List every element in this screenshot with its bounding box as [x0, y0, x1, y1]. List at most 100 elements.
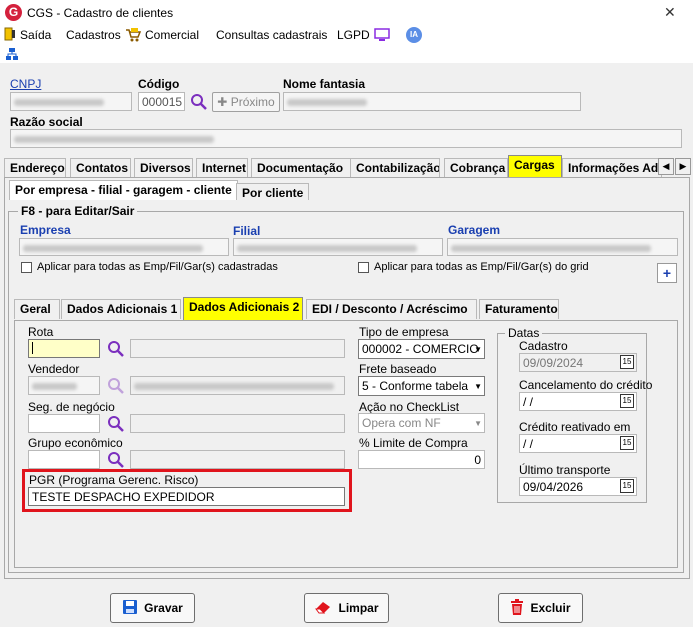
exit-icon [4, 27, 16, 44]
tab-5[interactable]: Contabilização [350, 158, 440, 178]
reativado-label: Crédito reativado em [519, 420, 631, 434]
apply-grid-label: Aplicar para todas as Emp/Fil/Gar(s) do … [374, 261, 589, 273]
inner-tab-4[interactable]: Faturamento [479, 299, 559, 319]
group-title: F8 - para Editar/Sair [18, 204, 138, 218]
seg-negocio-field[interactable] [28, 414, 100, 433]
save-icon [122, 599, 138, 618]
grupo-economico-label: Grupo econômico [28, 436, 123, 450]
network-icon[interactable] [5, 47, 19, 64]
gravar-button[interactable]: Gravar [110, 593, 195, 623]
limpar-label: Limpar [338, 601, 379, 615]
search-vendedor-icon[interactable] [107, 377, 125, 395]
dropdown-arrow-icon: ▼ [474, 419, 482, 428]
tab-scroll-left-icon[interactable]: ◀ [658, 158, 674, 175]
acao-checklist-value: Opera com NF [362, 416, 441, 430]
filial-field[interactable] [233, 238, 443, 256]
proximo-button[interactable]: ✚ Próximo [212, 92, 280, 112]
title-bar: G CGS - Cadastro de clientes ✕ [0, 0, 693, 27]
rota-description-field [130, 339, 345, 358]
acao-checklist-label: Ação no CheckList [359, 400, 460, 414]
garagem-field[interactable] [447, 238, 678, 256]
tab-8[interactable]: Informações Adi [562, 158, 662, 178]
subtab-por-cliente[interactable]: Por cliente [236, 183, 310, 200]
codigo-label: Código [138, 77, 180, 91]
grupo-economico-field[interactable] [28, 450, 100, 469]
excluir-label: Excluir [530, 601, 571, 615]
menu-comercial[interactable]: Comercial [145, 28, 199, 42]
calendar-ultimo-transporte-icon[interactable]: 15 [620, 479, 634, 493]
tab-3[interactable]: Internet [196, 158, 248, 178]
app-logo-icon: G [5, 4, 22, 21]
seg-negocio-description-field [130, 414, 345, 433]
rota-label: Rota [28, 325, 54, 339]
menu-bar: Saída Cadastros Comercial Consultas cada… [0, 27, 693, 47]
search-seg-negocio-icon[interactable] [107, 415, 125, 433]
razao-social-field[interactable] [10, 129, 682, 148]
vendedor-label: Vendedor [28, 362, 80, 376]
menu-cadastros[interactable]: Cadastros [66, 28, 121, 42]
garagem-label: Garagem [448, 223, 501, 237]
pgr-field[interactable]: TESTE DESPACHO EXPEDIDOR [28, 487, 345, 506]
nome-fantasia-field[interactable] [283, 92, 581, 111]
dropdown-arrow-icon: ▼ [474, 382, 482, 391]
apply-all-label: Aplicar para todas as Emp/Fil/Gar(s) cad… [37, 261, 278, 273]
trash-icon [510, 598, 524, 618]
ultimo-transporte-label: Último transporte [519, 463, 611, 477]
tab-2[interactable]: Diversos [134, 158, 193, 178]
apply-all-checkbox[interactable] [21, 262, 32, 273]
inner-tab-1[interactable]: Dados Adicionais 1 [61, 299, 181, 319]
cnpj-label[interactable]: CNPJ [10, 77, 41, 91]
limite-compra-field[interactable]: 0 [358, 450, 485, 469]
apply-grid-checkbox[interactable] [358, 262, 369, 273]
tab-1[interactable]: Contatos [70, 158, 131, 178]
pgr-label: PGR (Programa Gerenc. Risco) [29, 473, 199, 487]
frete-label: Frete baseado [359, 362, 437, 376]
empresa-field[interactable] [19, 238, 229, 256]
grupo-economico-description-field [130, 450, 345, 469]
tipo-empresa-value: 000002 - COMERCIO [362, 342, 479, 356]
dropdown-arrow-icon: ▼ [474, 345, 482, 354]
tipo-empresa-label: Tipo de empresa [359, 325, 449, 339]
ia-icon[interactable]: IA [406, 27, 422, 43]
acao-checklist-select[interactable]: Opera com NF ▼ [358, 413, 485, 433]
tab-4[interactable]: Documentação [251, 158, 351, 178]
rota-field[interactable] [28, 339, 100, 358]
monitor-icon[interactable] [374, 27, 390, 45]
ultimo-transporte-value: 09/04/2026 [523, 480, 584, 494]
calendar-reativado-icon[interactable]: 15 [620, 436, 634, 450]
eraser-icon [314, 600, 332, 617]
datas-title: Datas [505, 326, 543, 340]
inner-tab-0[interactable]: Geral [14, 299, 60, 319]
cadastro-label: Cadastro [519, 339, 568, 353]
menu-lgpd[interactable]: LGPD [337, 28, 370, 42]
cadastro-value: 09/09/2024 [523, 356, 584, 370]
menu-consultas-cadastrais[interactable]: Consultas cadastrais [216, 28, 327, 42]
search-rota-icon[interactable] [107, 340, 125, 358]
tab-7[interactable]: Cargas [508, 155, 562, 178]
search-codigo-icon[interactable] [190, 93, 208, 111]
plus-icon: ✚ [217, 95, 231, 109]
codigo-field[interactable]: 000015 [138, 92, 185, 111]
calendar-cancelamento-icon[interactable]: 15 [620, 394, 634, 408]
excluir-button[interactable]: Excluir [498, 593, 583, 623]
tipo-empresa-select[interactable]: 000002 - COMERCIO ▼ [358, 339, 485, 359]
inner-tab-3[interactable]: EDI / Desconto / Acréscimo [306, 299, 477, 319]
search-grupo-economico-icon[interactable] [107, 451, 125, 469]
menu-saida[interactable]: Saída [20, 28, 51, 42]
frete-select[interactable]: 5 - Conforme tabela ▼ [358, 376, 485, 396]
cart-icon [125, 27, 142, 45]
tab-scroll-right-icon[interactable]: ▶ [675, 158, 691, 175]
inner-tab-2[interactable]: Dados Adicionais 2 [183, 297, 303, 321]
subtab-por-empresa[interactable]: Por empresa - filial - garagem - cliente [9, 180, 238, 200]
add-icon[interactable]: + [657, 263, 677, 283]
tab-0[interactable]: Endereço [4, 158, 66, 178]
limpar-button[interactable]: Limpar [304, 593, 389, 623]
tab-6[interactable]: Cobrança [444, 158, 508, 178]
vendedor-field[interactable] [28, 376, 100, 395]
close-icon[interactable]: ✕ [664, 4, 676, 21]
gravar-label: Gravar [144, 601, 183, 615]
reativado-value: / / [523, 437, 534, 451]
cnpj-field[interactable] [10, 92, 132, 111]
calendar-cadastro-icon[interactable]: 15 [620, 355, 634, 369]
menu-bar-secondary [0, 47, 693, 63]
